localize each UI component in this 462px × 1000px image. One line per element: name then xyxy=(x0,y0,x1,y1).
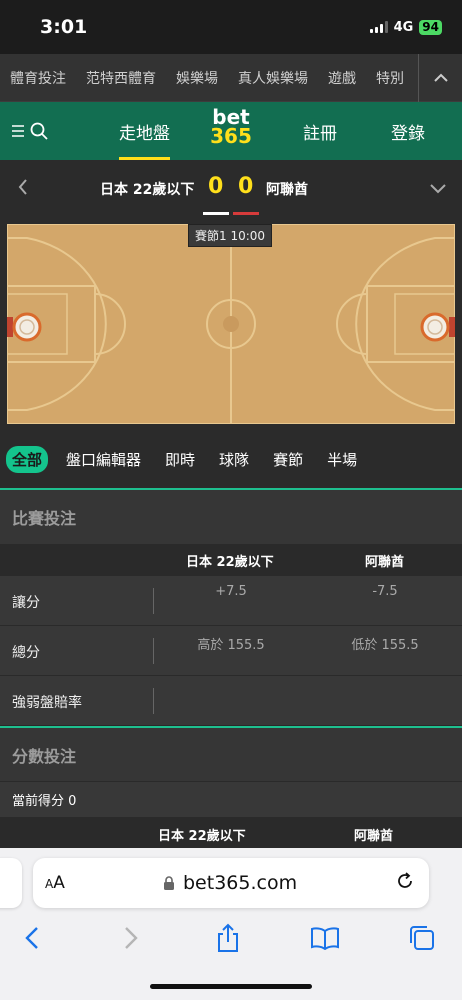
reload-icon xyxy=(398,871,412,888)
market-label: 總分 xyxy=(12,645,40,661)
market-label: 強弱盤賠率 xyxy=(12,695,82,711)
home-team-color-bar xyxy=(203,212,229,215)
chevron-up-icon xyxy=(433,73,448,82)
section-title-match-betting[interactable]: 比賽投注 xyxy=(0,488,462,544)
betting-column-header: 日本 22歲以下 阿聯酋 xyxy=(0,544,462,576)
home-odds-button[interactable]: 高於 155.5 xyxy=(156,634,306,653)
row-divider xyxy=(153,638,154,664)
column-home-team: 日本 22歲以下 xyxy=(186,554,274,570)
reader-settings-button[interactable]: AA xyxy=(45,873,65,893)
market-filter-tabs: 全部 盤口編輯器 即時 球隊 賽節 半場 xyxy=(0,430,462,488)
url-text: bet365.com xyxy=(183,872,298,894)
top-category-nav: 體育投注 范特西體育 娛樂場 真人娛樂場 遊戲 特別 xyxy=(0,53,462,102)
home-team-name: 日本 22歲以下 xyxy=(100,182,195,198)
search-icon xyxy=(30,122,48,140)
market-row: 讓分 +7.5 -7.5 xyxy=(0,576,462,626)
top-nav-items: 體育投注 范特西體育 娛樂場 真人娛樂場 遊戲 特別 xyxy=(0,68,418,88)
basketball-court xyxy=(7,224,455,424)
away-team-name: 阿聯酋 xyxy=(266,182,308,198)
network-label: 4G xyxy=(393,19,414,35)
top-nav-item[interactable]: 體育投注 xyxy=(10,68,66,88)
home-score: 0 xyxy=(208,174,224,199)
match-header: 日本 22歲以下 0 0 阿聯酋 xyxy=(0,160,462,216)
home-odds-button[interactable]: +7.5 xyxy=(156,584,306,599)
book-icon xyxy=(311,927,339,950)
top-nav-item[interactable]: 范特西體育 xyxy=(86,68,156,88)
register-link[interactable]: 註冊 xyxy=(303,102,337,160)
menu-search-button[interactable] xyxy=(0,122,60,140)
away-team-color-bar xyxy=(233,212,259,215)
top-nav-item[interactable]: 娛樂場 xyxy=(176,68,218,88)
login-link[interactable]: 登錄 xyxy=(391,102,425,160)
status-time: 3:01 xyxy=(40,16,88,38)
points-column-home-team: 日本 22歲以下 xyxy=(158,829,246,844)
tabs-icon xyxy=(410,926,434,950)
market-row: 總分 高於 155.5 低於 155.5 xyxy=(0,626,462,676)
forward-arrow-icon xyxy=(125,927,138,949)
points-column-header: 日本 22歲以下 阿聯酋 xyxy=(0,817,462,851)
browser-bottom-bar: AA bet365.com xyxy=(0,848,462,1000)
share-icon xyxy=(218,923,238,952)
bookmarks-button[interactable] xyxy=(307,920,343,956)
column-away-team: 阿聯酋 xyxy=(365,554,405,570)
points-column-away-team: 阿聯酋 xyxy=(354,829,394,844)
collapse-nav-button[interactable] xyxy=(418,53,462,102)
logo-bottom-text: 365 xyxy=(210,124,252,148)
battery-icon: 94 xyxy=(419,19,442,35)
previous-tab-card[interactable] xyxy=(0,858,22,908)
browser-back-button[interactable] xyxy=(14,920,50,956)
court-visualization: 賽節1 10:00 xyxy=(0,216,462,430)
section-title-points-betting[interactable]: 分數投注 xyxy=(0,726,462,781)
share-button[interactable] xyxy=(210,920,246,956)
browser-toolbar xyxy=(0,920,462,960)
home-indicator[interactable] xyxy=(150,984,312,989)
back-button[interactable] xyxy=(18,176,28,200)
reload-button[interactable] xyxy=(395,871,415,896)
filter-tab[interactable]: 盤口編輯器 xyxy=(60,445,147,474)
url-display[interactable]: bet365.com xyxy=(163,872,297,894)
signal-icon xyxy=(369,21,388,33)
filter-tab[interactable]: 即時 xyxy=(159,445,201,474)
away-score: 0 xyxy=(238,174,254,199)
left-hoop-icon xyxy=(7,312,42,342)
filter-tab[interactable]: 球隊 xyxy=(213,445,255,474)
match-switch-dropdown[interactable] xyxy=(430,179,446,198)
filter-tab[interactable]: 賽節 xyxy=(267,445,309,474)
market-row: 強弱盤賠率 xyxy=(0,676,462,726)
market-label: 讓分 xyxy=(12,595,40,611)
lock-icon xyxy=(164,875,174,890)
top-nav-item[interactable]: 真人娛樂場 xyxy=(238,68,308,88)
top-nav-item[interactable]: 遊戲 xyxy=(328,68,356,88)
current-score-label: 當前得分 0 xyxy=(0,781,462,817)
menu-icon xyxy=(12,125,24,137)
away-odds-button[interactable]: -7.5 xyxy=(310,584,460,599)
back-arrow-icon xyxy=(25,927,38,949)
bet365-logo[interactable]: bet 365 xyxy=(210,107,252,148)
browser-forward-button[interactable] xyxy=(113,920,149,956)
aa-large-glyph: A xyxy=(53,873,65,893)
row-divider xyxy=(153,588,154,614)
filter-tab[interactable]: 半場 xyxy=(321,445,363,474)
address-bar[interactable]: AA bet365.com xyxy=(33,858,429,908)
tabs-button[interactable] xyxy=(404,920,440,956)
status-indicators: 4G 94 xyxy=(369,19,442,35)
right-hoop-icon xyxy=(420,312,455,342)
status-bar: 3:01 4G 94 xyxy=(0,0,462,54)
period-clock: 賽節1 10:00 xyxy=(188,224,273,247)
page: 3:01 4G 94 體育投注 范特西體育 娛樂場 真人娛樂場 遊戲 特別 走地盤 bet… xyxy=(0,0,462,1000)
site-header: 走地盤 bet 365 註冊 登錄 xyxy=(0,102,462,160)
betting-rows: 讓分 +7.5 -7.5 總分 高於 155.5 低於 155.5 強弱盤賠率 xyxy=(0,576,462,726)
tab-live[interactable]: 走地盤 xyxy=(119,102,170,160)
filter-tab[interactable]: 全部 xyxy=(6,445,49,473)
row-divider xyxy=(153,688,154,714)
chevron-left-icon xyxy=(18,179,27,195)
aa-small-glyph: A xyxy=(45,877,54,891)
chevron-down-icon xyxy=(430,183,446,193)
away-odds-button[interactable]: 低於 155.5 xyxy=(310,634,460,653)
top-nav-item[interactable]: 特別 xyxy=(376,68,404,88)
